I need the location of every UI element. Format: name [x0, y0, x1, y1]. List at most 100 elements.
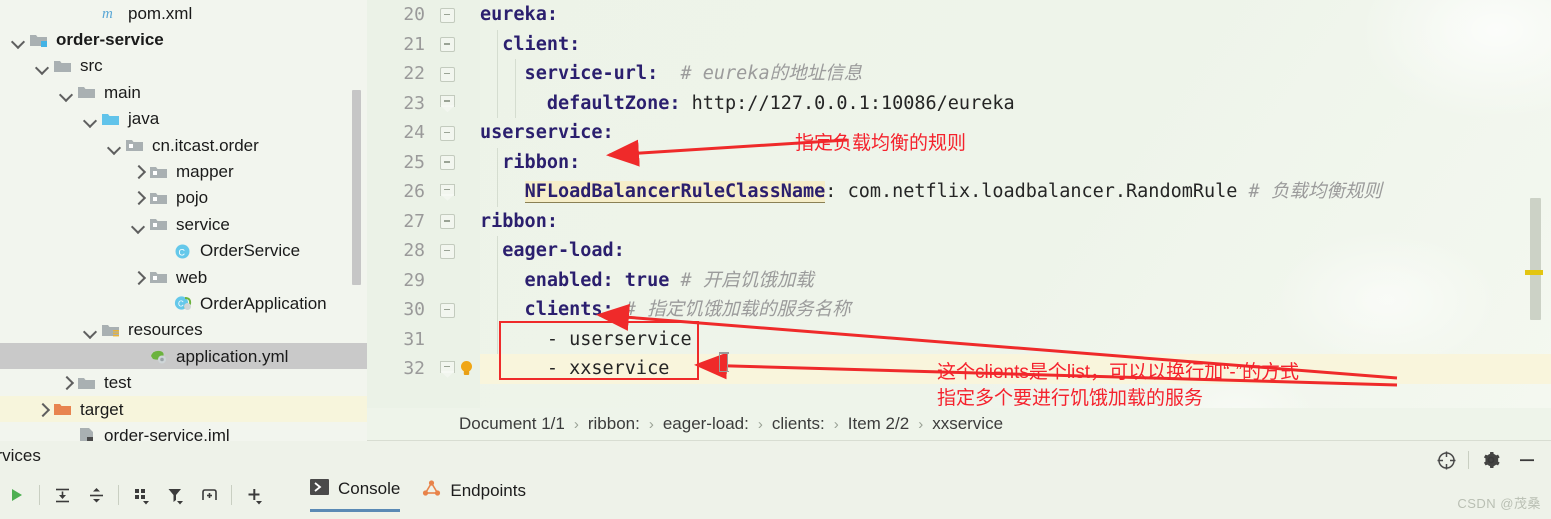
code-line[interactable]: ribbon: [480, 148, 1551, 178]
tree-item-order-service[interactable]: order-service [0, 26, 367, 52]
breadcrumb-item[interactable]: ribbon: [586, 414, 642, 434]
code-fold-icon[interactable] [439, 66, 455, 82]
gutter-line[interactable]: 22 [367, 59, 480, 89]
bottom-tabs[interactable]: Console Endpoints [310, 478, 526, 514]
code-line[interactable]: userservice: [480, 118, 1551, 148]
tab-console-label: Console [338, 479, 401, 498]
chevron-right-icon[interactable] [130, 163, 147, 180]
chevron-down-icon[interactable] [34, 57, 51, 74]
tree-item-label: order-service.iml [104, 425, 230, 441]
breadcrumb[interactable]: Document 1/1 › ribbon: › eager-load: › clients… [367, 408, 1551, 441]
gutter-line[interactable]: 31 [367, 325, 480, 355]
gutter-line[interactable]: 27 [367, 207, 480, 237]
expand-all-icon[interactable] [45, 479, 79, 511]
code-line[interactable]: ribbon: [480, 207, 1551, 237]
toolbar-divider [118, 485, 119, 505]
package-icon [125, 136, 146, 154]
code-line[interactable]: defaultZone: http://127.0.0.1:10086/eure… [480, 89, 1551, 119]
gutter-line[interactable]: 25 [367, 148, 480, 178]
endpoints-icon [422, 479, 441, 502]
code-fold-icon[interactable] [439, 183, 455, 200]
chevron-down-icon[interactable] [58, 84, 75, 101]
gutter-line[interactable]: 26 [367, 177, 480, 207]
editor-scrollbar[interactable] [1530, 198, 1541, 320]
code-fold-icon[interactable] [439, 213, 455, 230]
chevron-down-icon[interactable] [10, 31, 27, 48]
sidebar-scrollbar[interactable] [352, 90, 361, 285]
gutter-line[interactable]: 21 [367, 30, 480, 60]
minimize-icon[interactable] [1509, 446, 1545, 474]
breadcrumb-item[interactable]: clients: [770, 414, 827, 434]
add-icon[interactable] [237, 479, 271, 511]
gutter-line[interactable]: 24 [367, 118, 480, 148]
intention-bulb-icon[interactable] [459, 360, 474, 377]
tree-item-cn-itcast-order[interactable]: cn.itcast.order [0, 132, 367, 158]
tree-item-application-yml[interactable]: application.yml [0, 343, 367, 370]
group-by-icon[interactable] [124, 479, 158, 511]
tree-item-orderapplication[interactable]: C OrderApplication [0, 290, 367, 316]
project-tree[interactable]: m pom.xml order-service src main java cn.itcas… [0, 0, 367, 441]
services-toolbar[interactable] [0, 478, 271, 512]
editor-marker-stripe[interactable] [1525, 270, 1543, 275]
collapse-all-icon[interactable] [79, 479, 113, 511]
code-line[interactable]: eureka: [480, 0, 1551, 30]
folder-icon [77, 374, 98, 392]
chevron-right-icon[interactable] [130, 189, 147, 206]
tab-endpoints[interactable]: Endpoints [422, 478, 526, 512]
gutter-line[interactable]: 28 [367, 236, 480, 266]
tree-item-web[interactable]: web [0, 264, 367, 290]
code-fold-icon[interactable] [439, 95, 455, 111]
tree-item-pom-xml[interactable]: m pom.xml [0, 0, 367, 26]
tree-item-pojo[interactable]: pojo [0, 185, 367, 211]
tree-item-mapper[interactable]: mapper [0, 158, 367, 184]
code-line[interactable]: service-url: # eureka的地址信息 [480, 59, 1551, 89]
tree-item-java[interactable]: java [0, 106, 367, 132]
code-fold-icon[interactable] [439, 243, 455, 259]
code-line[interactable]: enabled: true # 开启饥饿加载 [480, 266, 1551, 296]
tree-item-target[interactable]: target [0, 395, 367, 423]
gutter-line[interactable]: 29 [367, 266, 480, 296]
chevron-down-icon[interactable] [106, 137, 123, 154]
target-icon[interactable] [1428, 446, 1464, 474]
code-editor[interactable]: 20 21 22 23 24 25 26 27 28 29 30 31 32 eureka: clien… [367, 0, 1551, 441]
gutter-line[interactable]: 30 [367, 295, 480, 325]
tree-item-order-service-iml[interactable]: order-service.iml [0, 422, 367, 441]
code-line[interactable]: eager-load: [480, 236, 1551, 266]
code-token: NFLoadBalancerRuleClassName [524, 181, 826, 203]
gear-icon[interactable] [1473, 446, 1509, 474]
gutter-line[interactable]: 32 [367, 354, 480, 384]
chevron-right-icon[interactable] [58, 374, 75, 391]
gutter-line[interactable]: 20 [367, 0, 480, 30]
add-frame-icon[interactable] [192, 479, 226, 511]
code-fold-icon[interactable] [439, 360, 455, 377]
code-fold-icon[interactable] [439, 7, 455, 23]
chevron-down-icon[interactable] [130, 216, 147, 233]
code-fold-icon[interactable] [439, 154, 455, 171]
code-line[interactable]: client: [480, 30, 1551, 60]
tab-console[interactable]: Console [310, 478, 401, 512]
tree-item-orderservice[interactable]: C OrderService [0, 238, 367, 264]
chevron-down-icon[interactable] [82, 110, 99, 127]
run-icon[interactable] [0, 479, 34, 511]
gutter-line[interactable]: 23 [367, 89, 480, 119]
code-fold-icon[interactable] [439, 302, 455, 318]
filter-icon[interactable] [158, 479, 192, 511]
breadcrumb-item[interactable]: eager-load: [661, 414, 751, 434]
chevron-right-icon[interactable] [130, 269, 147, 286]
panel-controls[interactable] [1428, 446, 1545, 474]
code-fold-icon[interactable] [439, 125, 455, 141]
tree-item-service[interactable]: service [0, 211, 367, 237]
chevron-right-icon[interactable] [34, 401, 51, 418]
tree-item-test[interactable]: test [0, 369, 367, 395]
breadcrumb-item[interactable]: xxservice [930, 414, 1005, 434]
chevron-down-icon[interactable] [82, 321, 99, 338]
code-line[interactable]: NFLoadBalancerRuleClassName: com.netflix… [480, 177, 1551, 207]
code-fold-icon[interactable] [439, 36, 455, 53]
editor-gutter[interactable]: 20 21 22 23 24 25 26 27 28 29 30 31 32 [367, 0, 480, 441]
project-tree-panel[interactable]: m pom.xml order-service src main java cn.itcas… [0, 0, 367, 441]
tree-item-main[interactable]: main [0, 79, 367, 105]
breadcrumb-item[interactable]: Item 2/2 [846, 414, 911, 434]
tree-item-src[interactable]: src [0, 53, 367, 79]
tree-item-resources[interactable]: resources [0, 317, 367, 343]
breadcrumb-item[interactable]: Document 1/1 [457, 414, 567, 434]
